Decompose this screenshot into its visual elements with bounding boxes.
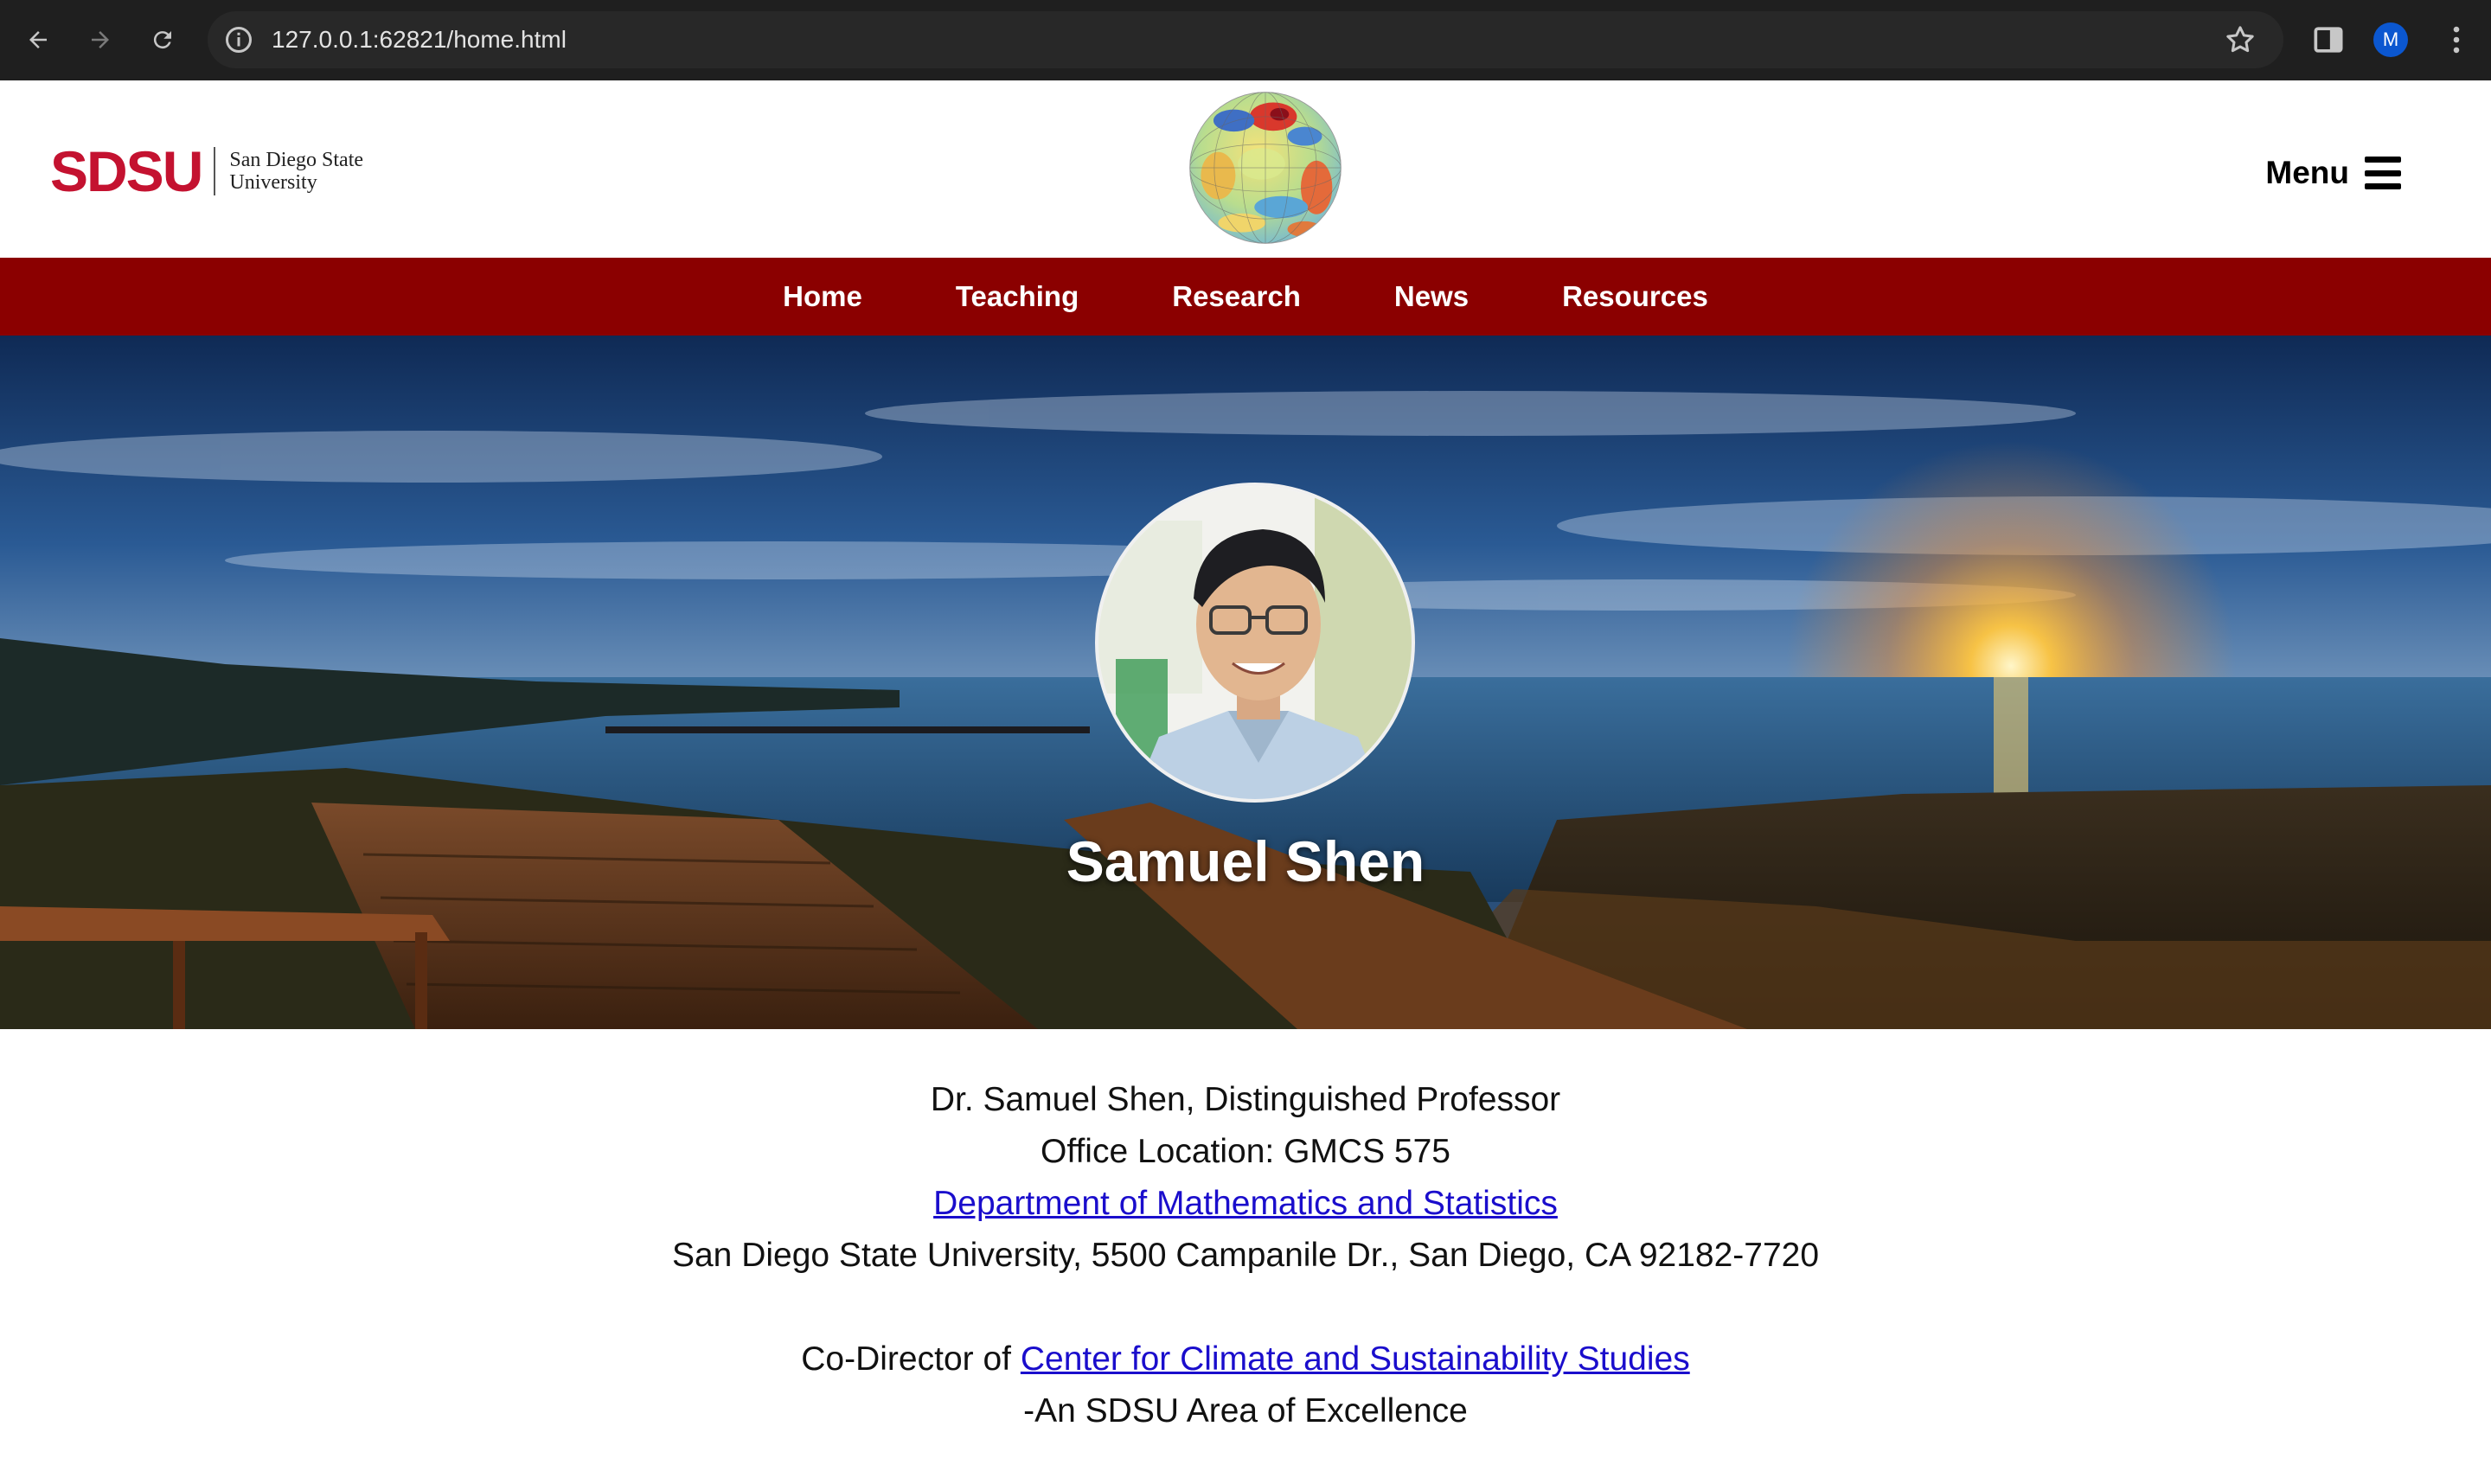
profile-photo	[1095, 483, 1415, 803]
logo-subtitle: San Diego State University	[229, 149, 363, 194]
profile-initial: M	[2382, 29, 2399, 50]
office-line: Office Location: GMCS 575	[1040, 1133, 1451, 1170]
logo-line1: San Diego State	[229, 149, 364, 171]
more-options-icon[interactable]	[2437, 21, 2475, 59]
menu-button[interactable]: Menu	[2265, 155, 2401, 191]
reload-icon	[153, 31, 171, 49]
address-bar[interactable]: 127.0.0.1:62821/home.html	[208, 11, 2283, 68]
hamburger-icon	[2365, 157, 2401, 189]
forward-button[interactable]	[80, 19, 121, 61]
profile-avatar[interactable]: M	[2373, 22, 2408, 57]
hero-banner: Samuel Shen	[0, 336, 2491, 1029]
reload-button[interactable]	[142, 19, 183, 61]
logo-wordmark: SDSU	[50, 139, 203, 203]
browser-toolbar: 127.0.0.1:62821/home.html M	[0, 0, 2491, 80]
portrait-image	[1098, 486, 1412, 799]
codirector-line: Co-Director of Center for Climate and Su…	[0, 1334, 2491, 1385]
arrow-left-icon	[29, 31, 47, 48]
arrow-right-icon	[92, 31, 109, 48]
hero-name: Samuel Shen	[1066, 829, 1425, 893]
department-link[interactable]: Department of Mathematics and Statistics	[933, 1185, 1558, 1222]
site-header: SDSU San Diego State University Menu	[0, 80, 2491, 258]
url-text[interactable]: 127.0.0.1:62821/home.html	[272, 11, 567, 68]
menu-label: Menu	[2265, 155, 2349, 190]
contact-info: Dr. Samuel Shen, Distinguished Professor…	[0, 1029, 2491, 1437]
codirector-prefix: Co-Director of	[801, 1340, 1011, 1378]
title-line: Dr. Samuel Shen, Distinguished Professor	[930, 1081, 1561, 1118]
address-line: San Diego State University, 5500 Campani…	[671, 1237, 1820, 1274]
back-button[interactable]	[17, 19, 59, 61]
excellence-line: -An SDSU Area of Excellence	[1023, 1392, 1468, 1430]
site-info-icon[interactable]	[223, 24, 254, 55]
climate-globe-logo	[1189, 92, 1342, 244]
side-panel-icon[interactable]	[2309, 21, 2347, 59]
nav-teaching[interactable]: Teaching	[956, 280, 1079, 313]
logo-divider	[214, 147, 216, 195]
main-nav: Home Teaching Research News Resources	[0, 258, 2491, 336]
center-link[interactable]: Center for Climate and Sustainability St…	[1021, 1340, 1690, 1378]
nav-news[interactable]: News	[1394, 280, 1469, 313]
bookmark-star-icon[interactable]	[2223, 22, 2257, 57]
nav-home[interactable]: Home	[783, 280, 862, 313]
logo-line2: University	[229, 171, 317, 194]
sdsu-logo[interactable]: SDSU San Diego State University	[50, 139, 363, 203]
nav-research[interactable]: Research	[1172, 280, 1301, 313]
nav-resources[interactable]: Resources	[1562, 280, 1708, 313]
